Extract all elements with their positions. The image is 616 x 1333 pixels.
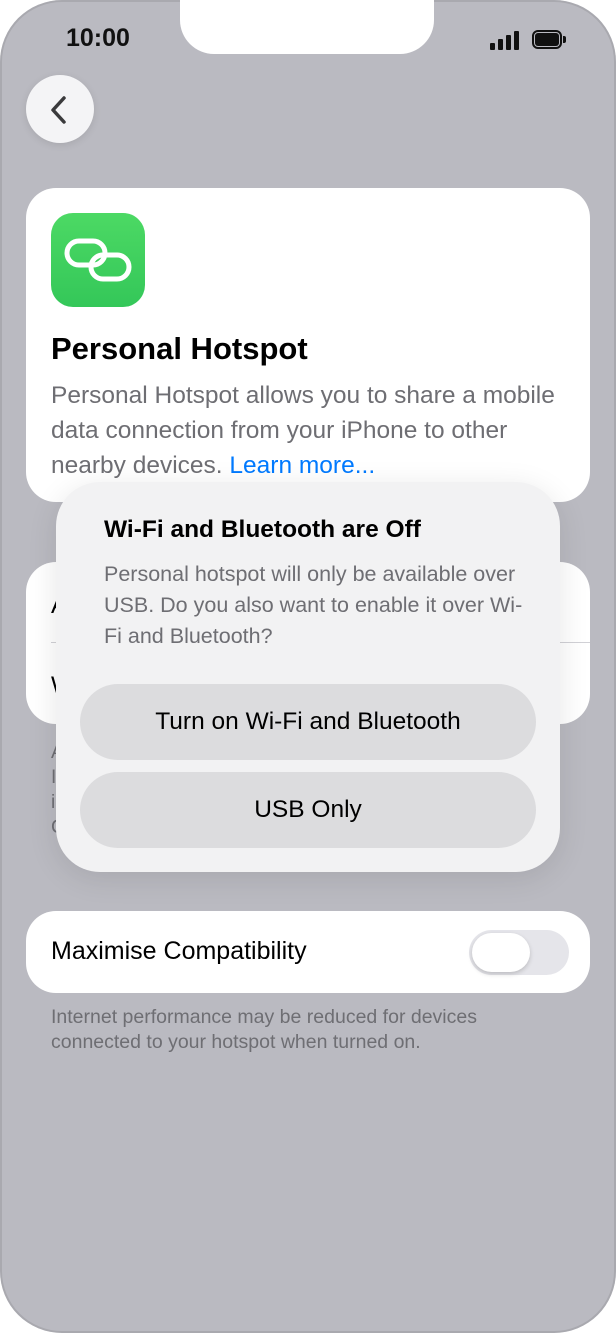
page-title: Personal Hotspot xyxy=(51,331,308,366)
learn-more-link[interactable]: Learn more... xyxy=(229,452,375,479)
turn-on-wifi-bluetooth-button[interactable]: Turn on Wi-Fi and Bluetooth xyxy=(80,684,536,760)
alert-title: Wi-Fi and Bluetooth are Off xyxy=(104,516,421,543)
maximise-compatibility-toggle[interactable] xyxy=(469,930,569,975)
back-button[interactable] xyxy=(26,75,94,143)
hero-description: Personal Hotspot allows you to share a m… xyxy=(51,378,571,483)
cellular-signal-icon xyxy=(490,30,524,50)
personal-hotspot-app-icon xyxy=(51,213,145,307)
compatibility-card: Maximise Compatibility xyxy=(26,911,590,993)
alert-message: Personal hotspot will only be available … xyxy=(104,562,523,648)
phone-screen: 10:00 Personal Hotspot Personal Hotspot … xyxy=(0,0,616,1333)
link-icon xyxy=(64,238,132,282)
notch xyxy=(180,0,434,54)
compatibility-label: Maximise Compatibility xyxy=(51,937,307,965)
compatibility-note: Internet performance may be reduced for … xyxy=(51,1006,477,1053)
usb-only-button[interactable]: USB Only xyxy=(80,772,536,848)
toggle-knob xyxy=(472,933,530,972)
status-time: 10:00 xyxy=(66,24,130,52)
chevron-left-icon xyxy=(51,96,66,124)
wifi-bluetooth-off-alert: Wi-Fi and Bluetooth are Off Personal hot… xyxy=(56,482,560,872)
hotspot-info-card: Personal Hotspot Personal Hotspot allows… xyxy=(26,188,590,502)
battery-icon xyxy=(532,30,566,49)
